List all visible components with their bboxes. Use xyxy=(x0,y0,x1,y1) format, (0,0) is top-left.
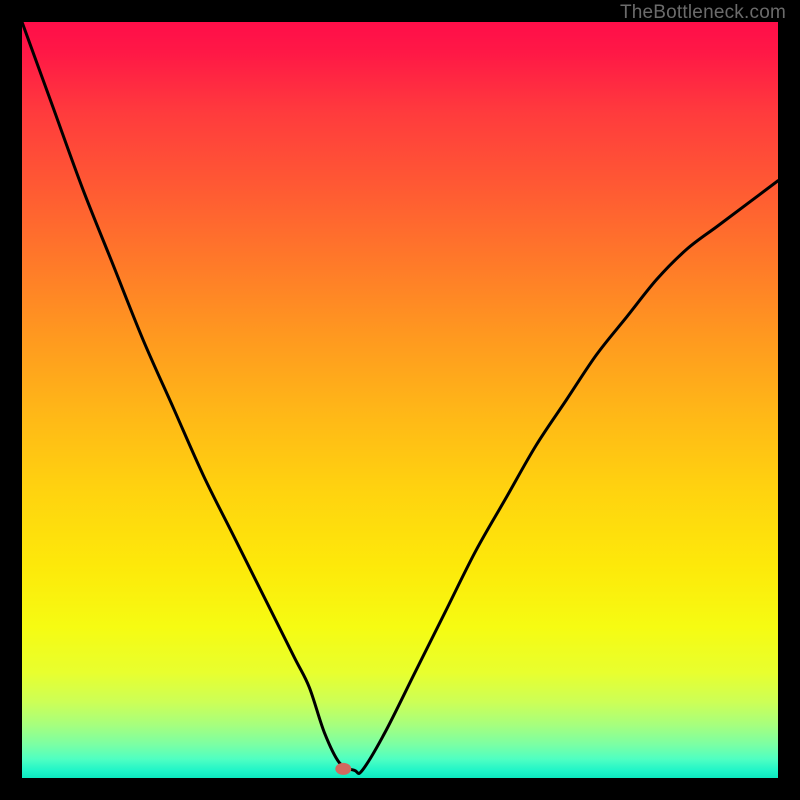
plot-area xyxy=(22,22,778,778)
attribution-text: TheBottleneck.com xyxy=(620,2,786,24)
optimum-marker xyxy=(335,763,351,775)
bottleneck-curve xyxy=(22,22,778,774)
chart-frame: TheBottleneck.com xyxy=(0,0,800,800)
curve-layer xyxy=(22,22,778,778)
